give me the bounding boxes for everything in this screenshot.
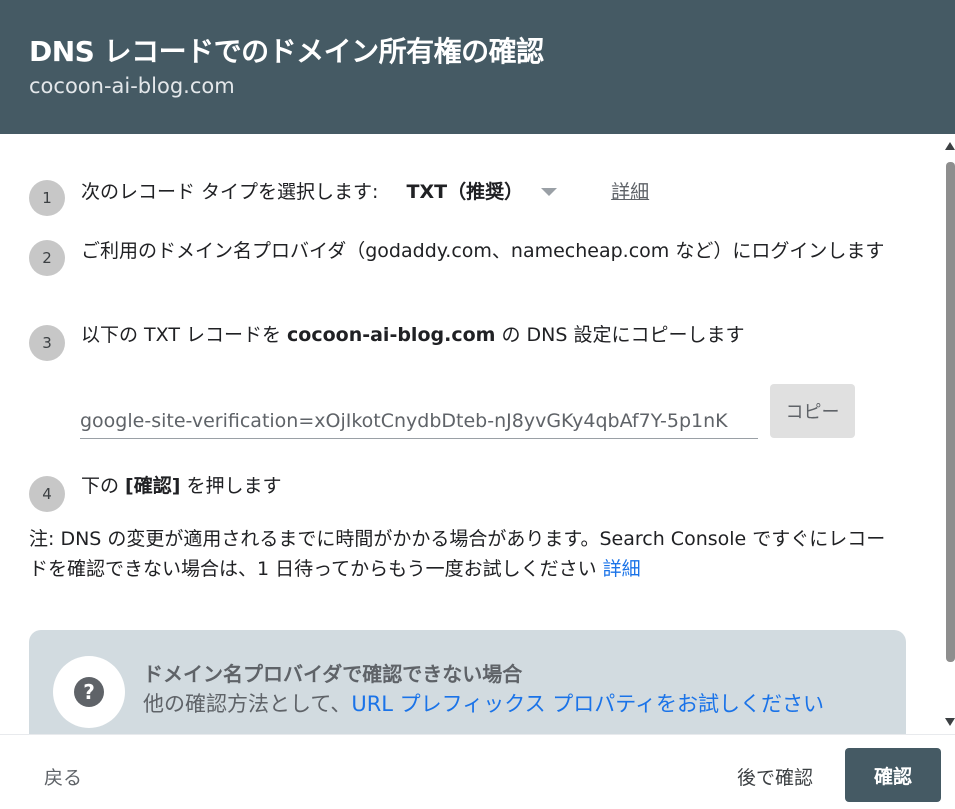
step-text-suffix: の DNS 設定にコピーします bbox=[495, 324, 745, 346]
verify-button[interactable]: 確認 bbox=[845, 748, 941, 802]
step-1: 1 次のレコード タイプを選択します: TXT（推奨） 詳細 bbox=[29, 172, 649, 216]
step-2: 2 ご利用のドメイン名プロバイダ（godaddy.com、namecheap.c… bbox=[29, 232, 899, 276]
note-details-link[interactable]: 詳細 bbox=[603, 558, 641, 580]
record-type-dropdown[interactable]: TXT（推奨） bbox=[407, 177, 558, 207]
scrollbar-thumb[interactable] bbox=[946, 162, 955, 662]
help-card: ? ドメイン名プロバイダで確認できない場合 他の確認方法として、URL プレフィ… bbox=[29, 630, 906, 734]
step-text: 次のレコード タイプを選択します: bbox=[81, 181, 379, 203]
step-number: 3 bbox=[29, 325, 65, 361]
help-text: 他の確認方法として、URL プレフィックス プロパティをお試しください bbox=[143, 688, 824, 718]
dialog-header: DNS レコードでのドメイン所有権の確認 cocoon-ai-blog.com bbox=[0, 0, 955, 134]
step-text: ご利用のドメイン名プロバイダ（godaddy.com、namecheap.com… bbox=[81, 240, 885, 262]
details-link[interactable]: 詳細 bbox=[611, 181, 649, 203]
dialog-title: DNS レコードでのドメイン所有権の確認 bbox=[29, 35, 544, 68]
dialog-footer: 戻る 後で確認 確認 bbox=[0, 734, 955, 809]
scrollbar[interactable] bbox=[944, 134, 955, 734]
back-button[interactable]: 戻る bbox=[44, 763, 82, 790]
step-text-suffix: を押します bbox=[180, 475, 282, 497]
dialog-content: 1 次のレコード タイプを選択します: TXT（推奨） 詳細 2 ご利用のドメイ… bbox=[0, 134, 944, 734]
step-text-prefix: 下の bbox=[81, 475, 126, 497]
scroll-up-arrow-icon[interactable] bbox=[945, 142, 955, 150]
help-text-prefix: 他の確認方法として、 bbox=[143, 692, 352, 716]
step-domain: cocoon-ai-blog.com bbox=[287, 324, 496, 346]
help-icon-container: ? bbox=[53, 656, 125, 728]
url-prefix-link[interactable]: URL プレフィックス プロパティをお試しください bbox=[351, 692, 824, 716]
step-4: 4 下の [確認] を押します bbox=[29, 468, 281, 512]
copy-button[interactable]: コピー bbox=[770, 384, 855, 438]
step-number: 2 bbox=[29, 240, 65, 276]
dns-note: 注: DNS の変更が適用されるまでに時間がかかる場合があります。Search … bbox=[29, 524, 899, 584]
scroll-down-arrow-icon[interactable] bbox=[945, 718, 955, 726]
domain-subtitle: cocoon-ai-blog.com bbox=[29, 74, 235, 98]
record-type-value: TXT（推奨） bbox=[406, 181, 524, 203]
verify-later-button[interactable]: 後で確認 bbox=[737, 763, 813, 790]
step-number: 1 bbox=[29, 180, 65, 216]
txt-record-field[interactable]: google-site-verification=xOjIkotCnydbDte… bbox=[80, 404, 758, 439]
step-bold-label: [確認] bbox=[125, 475, 181, 497]
step-3: 3 以下の TXT レコードを cocoon-ai-blog.com の DNS… bbox=[29, 317, 744, 361]
help-circle-icon: ? bbox=[74, 677, 104, 707]
dropdown-arrow-icon bbox=[541, 188, 558, 196]
note-text: 注: DNS の変更が適用されるまでに時間がかかる場合があります。Search … bbox=[29, 528, 886, 580]
step-number: 4 bbox=[29, 476, 65, 512]
help-title: ドメイン名プロバイダで確認できない場合 bbox=[143, 662, 523, 686]
step-text-prefix: 以下の TXT レコードを bbox=[81, 324, 288, 346]
